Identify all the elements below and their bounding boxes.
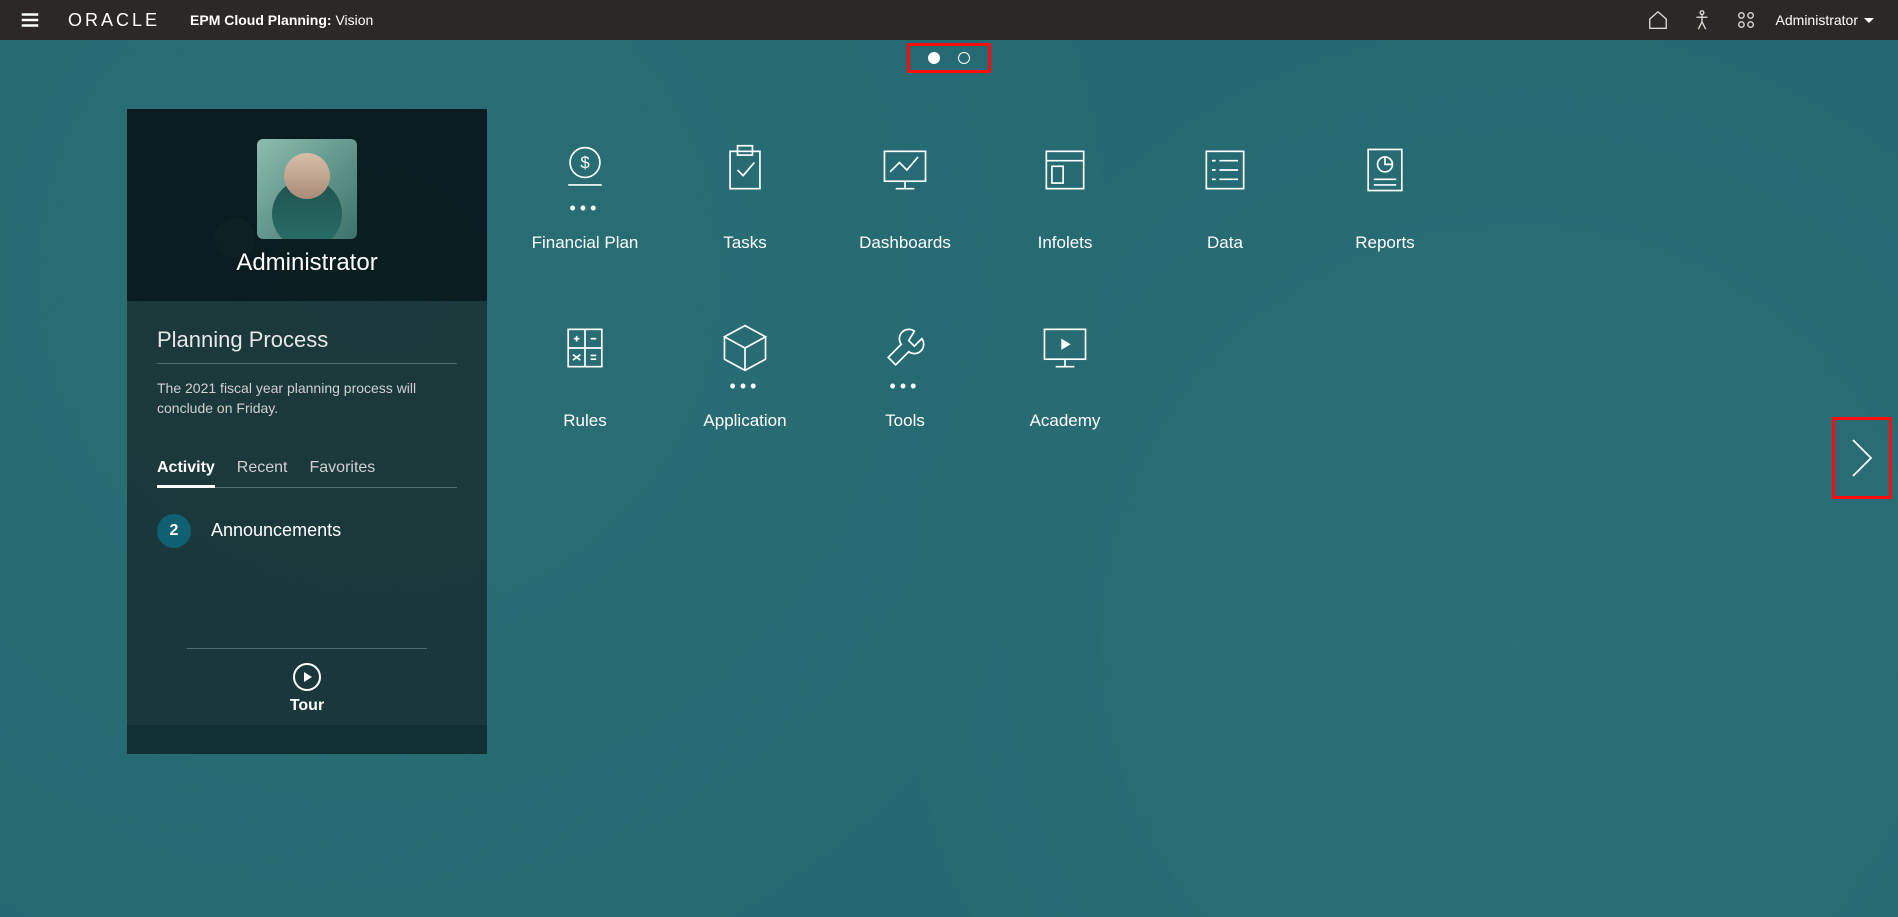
activity-tabs: Activity Recent Favorites	[157, 459, 457, 488]
oracle-logo-text: ORACLE	[68, 10, 160, 31]
profile-card: Administrator Planning Process The 2021 …	[127, 109, 487, 754]
person-icon	[1691, 9, 1713, 31]
tab-recent[interactable]: Recent	[237, 459, 288, 487]
dollar-coin-icon: $	[557, 142, 613, 198]
nav-label: Academy	[985, 411, 1145, 431]
carousel-pagination	[907, 43, 991, 73]
nav-label: Data	[1145, 233, 1305, 253]
profile-display-name: Administrator	[127, 249, 487, 277]
nav-grid: $ ••• Financial Plan ••• Tasks •••	[505, 135, 1465, 431]
nav-label: Tasks	[665, 233, 825, 253]
tour-label: Tour	[187, 697, 427, 715]
nav-label: Tools	[825, 411, 985, 431]
announcement-title: Planning Process	[157, 327, 457, 353]
report-pie-icon	[1357, 142, 1413, 198]
carousel-dot-2[interactable]	[958, 52, 970, 64]
four-circles-icon	[1735, 9, 1757, 31]
cube-icon	[717, 320, 773, 376]
clipboard-check-icon	[717, 142, 773, 198]
play-monitor-icon	[1037, 320, 1093, 376]
play-icon	[304, 672, 312, 682]
tab-activity[interactable]: Activity	[157, 459, 215, 488]
tab-favorites[interactable]: Favorites	[310, 459, 376, 487]
chevron-right-icon	[1844, 428, 1880, 488]
announcement-text: The 2021 fiscal year planning process wi…	[157, 378, 457, 419]
carousel-next-button[interactable]	[1832, 417, 1892, 499]
announcements-count-badge: 2	[157, 514, 191, 548]
accessibility-button[interactable]	[1680, 0, 1724, 40]
nav-tasks[interactable]: ••• Tasks	[665, 135, 825, 253]
nav-rules[interactable]: ••• Rules	[505, 313, 665, 431]
more-dots-icon: •••	[825, 383, 985, 397]
nav-label: Application	[665, 411, 825, 431]
announcements-label: Announcements	[211, 520, 341, 541]
nav-tools[interactable]: ••• Tools	[825, 313, 985, 431]
nav-reports[interactable]: ••• Reports	[1305, 135, 1465, 253]
nav-application[interactable]: ••• Application	[665, 313, 825, 431]
user-menu[interactable]: Administrator	[1768, 12, 1888, 28]
svg-text:$: $	[580, 153, 590, 172]
hamburger-icon	[19, 9, 41, 31]
nav-label: Dashboards	[825, 233, 985, 253]
carousel-dot-1[interactable]	[928, 52, 940, 64]
divider	[157, 363, 457, 364]
user-menu-label: Administrator	[1776, 12, 1858, 28]
home-button[interactable]	[1636, 0, 1680, 40]
avatar	[257, 139, 357, 239]
nav-label: Reports	[1305, 233, 1465, 253]
home-icon	[1647, 9, 1669, 31]
nav-infolets[interactable]: ••• Infolets	[985, 135, 1145, 253]
more-dots-icon: •••	[665, 383, 825, 397]
apps-button[interactable]	[1724, 0, 1768, 40]
nav-label: Infolets	[985, 233, 1145, 253]
nav-data[interactable]: ••• Data	[1145, 135, 1305, 253]
app-title: EPM Cloud Planning: Vision	[190, 12, 373, 28]
global-header: ORACLE EPM Cloud Planning: Vision Admini…	[0, 0, 1898, 40]
caret-down-icon	[1864, 18, 1874, 23]
profile-header: Administrator	[127, 109, 487, 301]
main-menu-button[interactable]	[10, 0, 50, 40]
nav-label: Financial Plan	[505, 233, 665, 253]
nav-financial-plan[interactable]: $ ••• Financial Plan	[505, 135, 665, 253]
activity-row[interactable]: 2 Announcements	[157, 506, 457, 568]
tour-button[interactable]	[293, 663, 321, 691]
nav-academy[interactable]: ••• Academy	[985, 313, 1145, 431]
window-layout-icon	[1037, 142, 1093, 198]
more-dots-icon: •••	[505, 205, 665, 219]
monitor-chart-icon	[877, 142, 933, 198]
oracle-logo: ORACLE	[68, 10, 160, 31]
wrench-icon	[877, 320, 933, 376]
nav-label: Rules	[505, 411, 665, 431]
profile-footer: Tour	[187, 648, 427, 715]
list-lines-icon	[1197, 142, 1253, 198]
calculator-icon	[557, 320, 613, 376]
nav-dashboards[interactable]: ••• Dashboards	[825, 135, 985, 253]
